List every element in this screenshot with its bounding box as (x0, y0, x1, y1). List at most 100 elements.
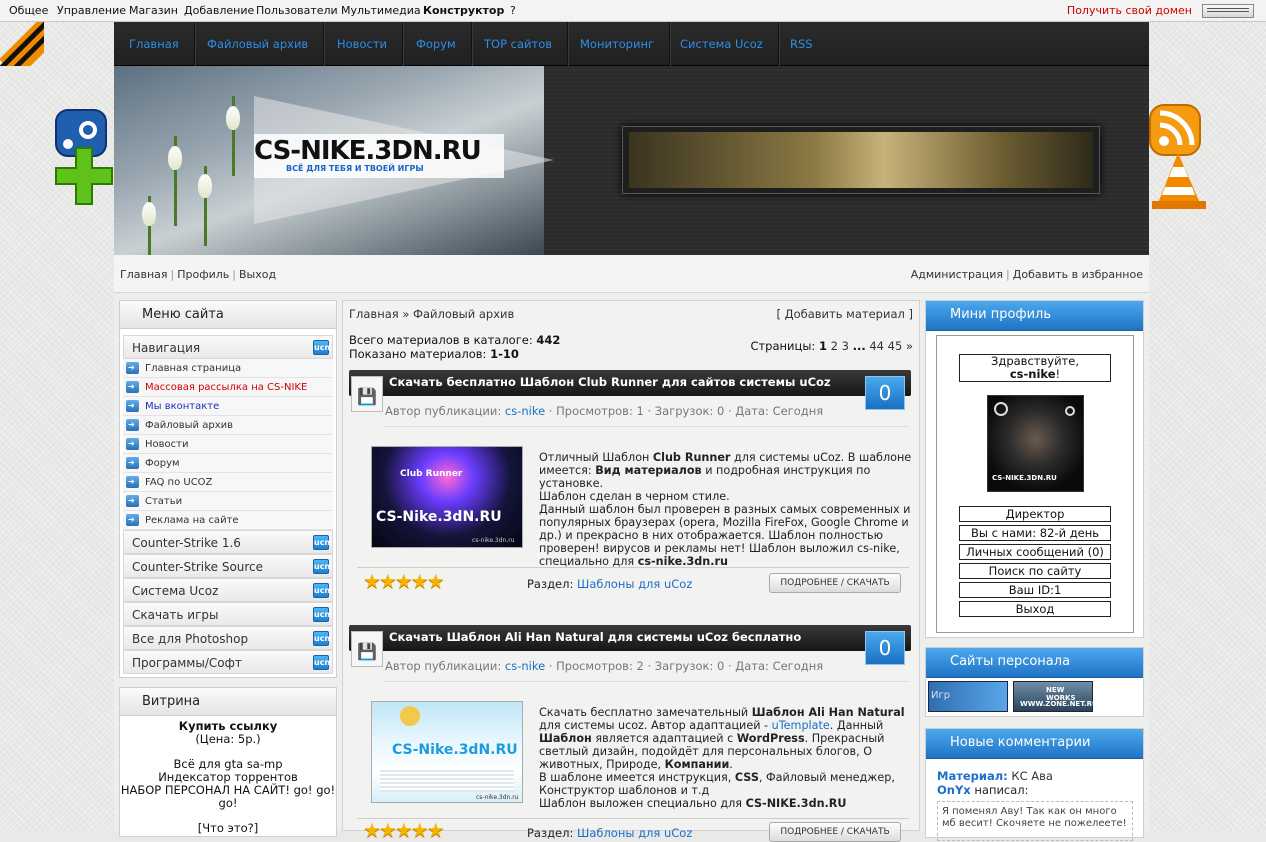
nav-ucoz-system[interactable]: Система Ucoz (665, 22, 779, 66)
entry-title-link[interactable]: Скачать бесплатно Шаблон Club Runner для… (389, 375, 831, 389)
entry-thumbnail[interactable]: CS-Nike.3dN.RU cs-nike.3dn.ru (371, 701, 523, 803)
section-link[interactable]: Шаблоны для uCoz (577, 577, 692, 591)
link-administration[interactable]: Администрация (911, 268, 1003, 281)
topbar-multimedia[interactable]: Мультимедиа (341, 4, 421, 17)
add-material-link[interactable]: Добавить материал (785, 307, 905, 321)
page-2[interactable]: 2 (831, 339, 838, 353)
menu-item-articles[interactable]: Статьи (123, 491, 333, 511)
page-45[interactable]: 45 (888, 339, 903, 353)
topbar-general[interactable]: Общее (9, 4, 48, 17)
st-george-ribbon-icon (0, 22, 44, 66)
topbar-constructor[interactable]: Конструктор (423, 4, 504, 17)
mini-profile-box: Мини профиль Здравствуйте, cs-nike! CS-NI… (925, 300, 1144, 638)
showcase-link-3b[interactable]: go! (120, 797, 336, 810)
showcase-box: Витрина Купить ссылку (Цена: 5р.) Всё дл… (119, 687, 337, 837)
breadcrumb: Главная » Файловый архив [ Добавить мате… (349, 307, 913, 321)
ucoz-icon: ucn (313, 631, 330, 646)
author-link[interactable]: cs-nike (505, 404, 545, 418)
topbar-shop[interactable]: Магазин (129, 4, 178, 17)
nav-rss[interactable]: RSS (775, 22, 828, 66)
arrow-icon (126, 491, 139, 510)
comments-count[interactable]: 0 (865, 376, 905, 410)
menu-category-ucoz[interactable]: Система Ucoz ucn (123, 578, 333, 602)
menu-category-games[interactable]: Скачать игры ucn (123, 602, 333, 626)
staff-banner-2[interactable]: NEW WORKS WWW.ZONE.NET.RU (1013, 681, 1098, 712)
floppy-icon (351, 631, 383, 667)
topbar-users[interactable]: Пользователи (256, 4, 338, 17)
site-menu-box: Меню сайта Навигацияucn Главная страница… (119, 300, 337, 678)
page-1: 1 (818, 339, 827, 353)
rating-stars[interactable]: ★★★★★ (363, 818, 445, 842)
showcase-title: Витрина (120, 688, 336, 716)
main-navigation: Главная Файловый архив Новости Форум TOP… (114, 22, 1149, 66)
page-3[interactable]: 3 (842, 339, 849, 353)
comment-material-link[interactable]: КС Ава (1011, 769, 1053, 783)
nav-file-archive[interactable]: Файловый архив (192, 22, 325, 66)
panel-toggle[interactable] (1202, 4, 1254, 18)
menu-category-photoshop[interactable]: Все для Photoshop ucn (123, 626, 333, 650)
arrow-icon (126, 377, 139, 396)
logout-button[interactable]: Выход (959, 601, 1111, 617)
avatar[interactable]: CS-NIKE.3DN.RU (987, 395, 1084, 492)
nav-forum[interactable]: Форум (401, 22, 472, 66)
nav-monitoring[interactable]: Мониторинг (565, 22, 671, 66)
greeting: Здравствуйте, cs-nike! (959, 354, 1111, 382)
menu-item-vk[interactable]: Мы вконтакте (123, 396, 333, 416)
header-banner-panel (622, 126, 1100, 194)
rating-stars[interactable]: ★★★★★ (363, 569, 445, 593)
link-logout[interactable]: Выход (239, 268, 276, 281)
entry-title-link[interactable]: Скачать Шаблон Ali Han Natural для систе… (389, 630, 801, 644)
site-logo[interactable]: CS-NIKE.3DN.RU ВСЁ ДЛЯ ТЕБЯ И ТВОЕЙ ИГРЫ (254, 134, 504, 178)
nav-home[interactable]: Главная (114, 22, 195, 66)
arrow-icon (126, 415, 139, 434)
entry-description: Скачать бесплатно замечательный Шаблон A… (539, 706, 905, 810)
link-add-favorites[interactable]: Добавить в избранное (1013, 268, 1143, 281)
staff-banner-1[interactable]: Игр (928, 681, 1008, 712)
entry-thumbnail[interactable]: Club Runner CS-Nike.3dN.RU cs-nike.3dn.r… (371, 446, 523, 548)
site-search-link[interactable]: Поиск по сайту (959, 563, 1111, 579)
page-44[interactable]: 44 (869, 339, 884, 353)
menu-category-software[interactable]: Программы/Софт ucn (123, 650, 333, 674)
staff-sites-title: Сайты персонала (926, 648, 1143, 678)
topbar-add[interactable]: Добавление (184, 4, 254, 17)
site-header-banner: CS-NIKE.3DN.RU ВСЁ ДЛЯ ТЕБЯ И ТВОЕЙ ИГРЫ (114, 66, 1149, 255)
nav-news[interactable]: Новости (322, 22, 403, 66)
profile-group: Директор (959, 506, 1111, 522)
menu-item-forum[interactable]: Форум (123, 453, 333, 473)
user-links-bar: Главная | Профиль | Выход Администрация | Доба… (114, 255, 1149, 293)
menu-item-home[interactable]: Главная страница (123, 358, 333, 378)
pagination: Страницы: 1 2 3 ... 44 45 » (750, 339, 913, 353)
menu-item-mailing[interactable]: Массовая рассылка на CS-NIKE (123, 377, 333, 397)
what-is-this-link[interactable]: [Что это?] (120, 822, 336, 835)
crumb-home[interactable]: Главная (349, 307, 399, 321)
menu-item-file-archive[interactable]: Файловый архив (123, 415, 333, 435)
details-download-button[interactable]: ПОДРОБНЕЕ / СКАЧАТЬ (769, 573, 901, 593)
topbar-help[interactable]: ? (510, 4, 516, 17)
comment-author[interactable]: OnYx (937, 783, 971, 797)
topbar-management[interactable]: Управление (57, 4, 126, 17)
link-profile[interactable]: Профиль (177, 268, 229, 281)
menu-item-news[interactable]: Новости (123, 434, 333, 454)
profile-id: Ваш ID:1 (959, 582, 1111, 598)
menu-item-ads[interactable]: Реклама на сайте (123, 510, 333, 530)
entry-meta: Автор публикации: cs-nike · Просмотров: … (385, 404, 824, 418)
menu-category-navigation[interactable]: Навигация ucn (123, 335, 333, 359)
section-link[interactable]: Шаблоны для uCoz (577, 826, 692, 840)
menu-category-css[interactable]: Counter-Strike Source ucn (123, 554, 333, 578)
steam-plus-icon (55, 109, 113, 205)
private-messages-link[interactable]: Личных сообщений (0) (959, 544, 1111, 560)
ucoz-icon: ucn (313, 583, 330, 598)
comments-count[interactable]: 0 (865, 631, 905, 665)
details-download-button[interactable]: ПОДРОБНЕЕ / СКАЧАТЬ (769, 822, 901, 842)
arrow-icon (126, 358, 139, 377)
menu-item-faq[interactable]: FAQ по UCOZ (123, 472, 333, 492)
page-next[interactable]: » (906, 339, 913, 353)
get-domain-link[interactable]: Получить свой домен (1067, 4, 1192, 17)
author-link[interactable]: cs-nike (505, 659, 545, 673)
entry-description: Отличный Шаблон Club Runner для системы … (539, 451, 912, 568)
ucoz-icon: ucn (313, 559, 330, 574)
nav-top-sites[interactable]: TOP сайтов (469, 22, 569, 66)
entry-section: Раздел: Шаблоны для uCoz (527, 577, 693, 591)
link-home[interactable]: Главная (120, 268, 168, 281)
menu-category-cs16[interactable]: Counter-Strike 1.6 ucn (123, 530, 333, 554)
